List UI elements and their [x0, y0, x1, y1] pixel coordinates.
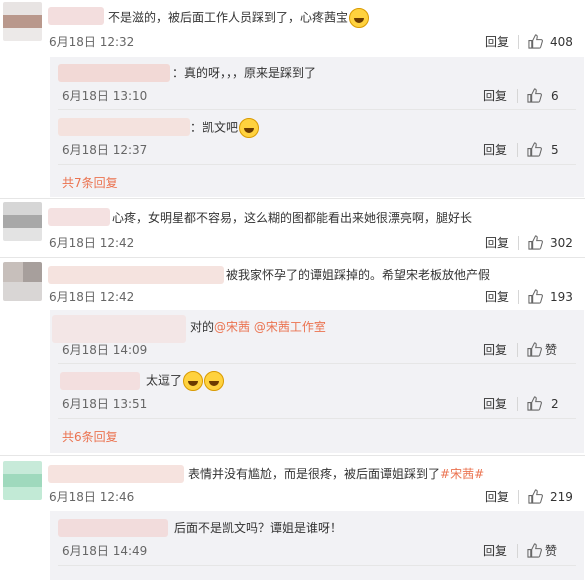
like-count: 6	[551, 89, 559, 103]
comment-text: 不是滋的，被后面工作人员踩到了，心疼茜宝	[108, 8, 370, 28]
reply-button[interactable]: 回复	[485, 489, 509, 505]
divider	[58, 565, 576, 566]
subreply-text: ：凯文吧	[190, 118, 260, 138]
divider	[518, 290, 519, 304]
username-blurred[interactable]	[48, 266, 224, 284]
divider	[517, 544, 518, 558]
thumbs-up-icon[interactable]	[528, 289, 543, 304]
avatar[interactable]	[3, 461, 42, 500]
view-more-replies-link[interactable]: 共6条回复	[62, 429, 118, 445]
divider	[518, 35, 519, 49]
comment-text-content: 表情并没有尴尬，而是很疼，被后面谭姐踩到了	[188, 467, 441, 481]
avatar[interactable]	[3, 202, 42, 241]
sad-face-emoji-icon	[349, 8, 370, 28]
smirk-emoji-icon	[239, 118, 260, 138]
avatar[interactable]	[3, 2, 42, 41]
comment-date: 6月18日 12:32	[49, 35, 135, 49]
username-blurred[interactable]	[48, 465, 184, 483]
like-count: 5	[551, 143, 559, 157]
username-blurred[interactable]	[58, 118, 190, 136]
reply-button[interactable]: 回复	[483, 142, 507, 158]
laughing-emoji-icon	[204, 371, 225, 391]
subreply-date: 6月18日 14:09	[62, 343, 148, 357]
hashtag-link[interactable]: #宋茜#	[440, 467, 484, 481]
username-blurred[interactable]	[58, 64, 170, 82]
subreply-text-content: ：凯文吧	[190, 120, 239, 135]
laughing-emoji-icon	[183, 371, 204, 391]
like-count: 408	[550, 35, 573, 49]
username-blurred[interactable]	[58, 519, 168, 537]
divider	[0, 198, 585, 199]
view-more-replies-link[interactable]: 共7条回复	[62, 175, 118, 191]
comment-text: 表情并没有尴尬，而是很疼，被后面谭姐踩到了#宋茜#	[188, 465, 484, 483]
subreply-date: 6月18日 14:49	[62, 544, 148, 558]
subreply-text-content: 太逗了	[146, 373, 183, 388]
thumbs-up-icon[interactable]	[528, 489, 543, 504]
comment-text: 心疼，女明星都不容易，这么糊的图都能看出来她很漂亮啊，腿好长	[112, 211, 473, 225]
mention-link[interactable]: @宋茜工作室	[254, 320, 326, 334]
like-label: 赞	[545, 343, 558, 357]
username-blurred[interactable]	[60, 372, 140, 390]
divider	[58, 418, 576, 419]
username-blurred[interactable]	[48, 208, 110, 226]
divider	[58, 109, 576, 110]
thumbs-up-icon[interactable]	[527, 142, 542, 157]
divider	[517, 397, 518, 411]
reply-button[interactable]: 回复	[483, 543, 507, 559]
subreply-text: 对的@宋茜 @宋茜工作室	[190, 318, 326, 336]
reply-button[interactable]: 回复	[485, 235, 509, 251]
like-label: 赞	[545, 544, 558, 558]
thumbs-up-icon[interactable]	[527, 342, 542, 357]
comment-date: 6月18日 12:42	[49, 236, 135, 250]
divider	[0, 257, 585, 258]
divider	[58, 363, 576, 364]
divider	[517, 89, 518, 103]
divider	[58, 164, 576, 165]
like-count: 193	[550, 290, 573, 304]
avatar[interactable]	[3, 262, 42, 301]
divider	[517, 143, 518, 157]
reply-button[interactable]: 回复	[483, 88, 507, 104]
divider	[0, 455, 585, 456]
like-count: 2	[551, 397, 559, 411]
reply-button[interactable]: 回复	[483, 342, 507, 358]
reply-button[interactable]: 回复	[485, 34, 509, 50]
thumbs-up-icon[interactable]	[527, 88, 542, 103]
thumbs-up-icon[interactable]	[528, 235, 543, 250]
subreply-date: 6月18日 13:10	[62, 89, 148, 103]
subreply-date: 6月18日 12:37	[62, 143, 148, 157]
divider	[518, 490, 519, 504]
subreply-text: ：真的呀，，，原来是踩到了	[172, 66, 317, 80]
comment-date: 6月18日 12:46	[49, 490, 135, 504]
reply-button[interactable]: 回复	[483, 396, 507, 412]
username-blurred[interactable]	[52, 315, 186, 343]
comment-date: 6月18日 12:42	[49, 290, 135, 304]
comment-text-content: 不是滋的，被后面工作人员踩到了，心疼茜宝	[108, 10, 349, 25]
subreply-text-content: 对的	[190, 320, 215, 334]
comment-text: 被我家怀孕了的谭姐踩掉的。希望宋老板放他产假	[226, 268, 491, 282]
subreply-date: 6月18日 13:51	[62, 397, 148, 411]
thumbs-up-icon[interactable]	[527, 543, 542, 558]
like-count: 219	[550, 490, 573, 504]
thumbs-up-icon[interactable]	[527, 396, 542, 411]
thumbs-up-icon[interactable]	[528, 34, 543, 49]
divider	[517, 343, 518, 357]
subreply-text: 太逗了	[146, 371, 225, 391]
mention-link[interactable]: @宋茜	[214, 320, 250, 334]
reply-button[interactable]: 回复	[485, 289, 509, 305]
divider	[518, 236, 519, 250]
username-blurred[interactable]	[48, 7, 104, 25]
like-count: 302	[550, 236, 573, 250]
subreply-text: 后面不是凯文吗？谭姐是谁呀！	[174, 521, 343, 535]
